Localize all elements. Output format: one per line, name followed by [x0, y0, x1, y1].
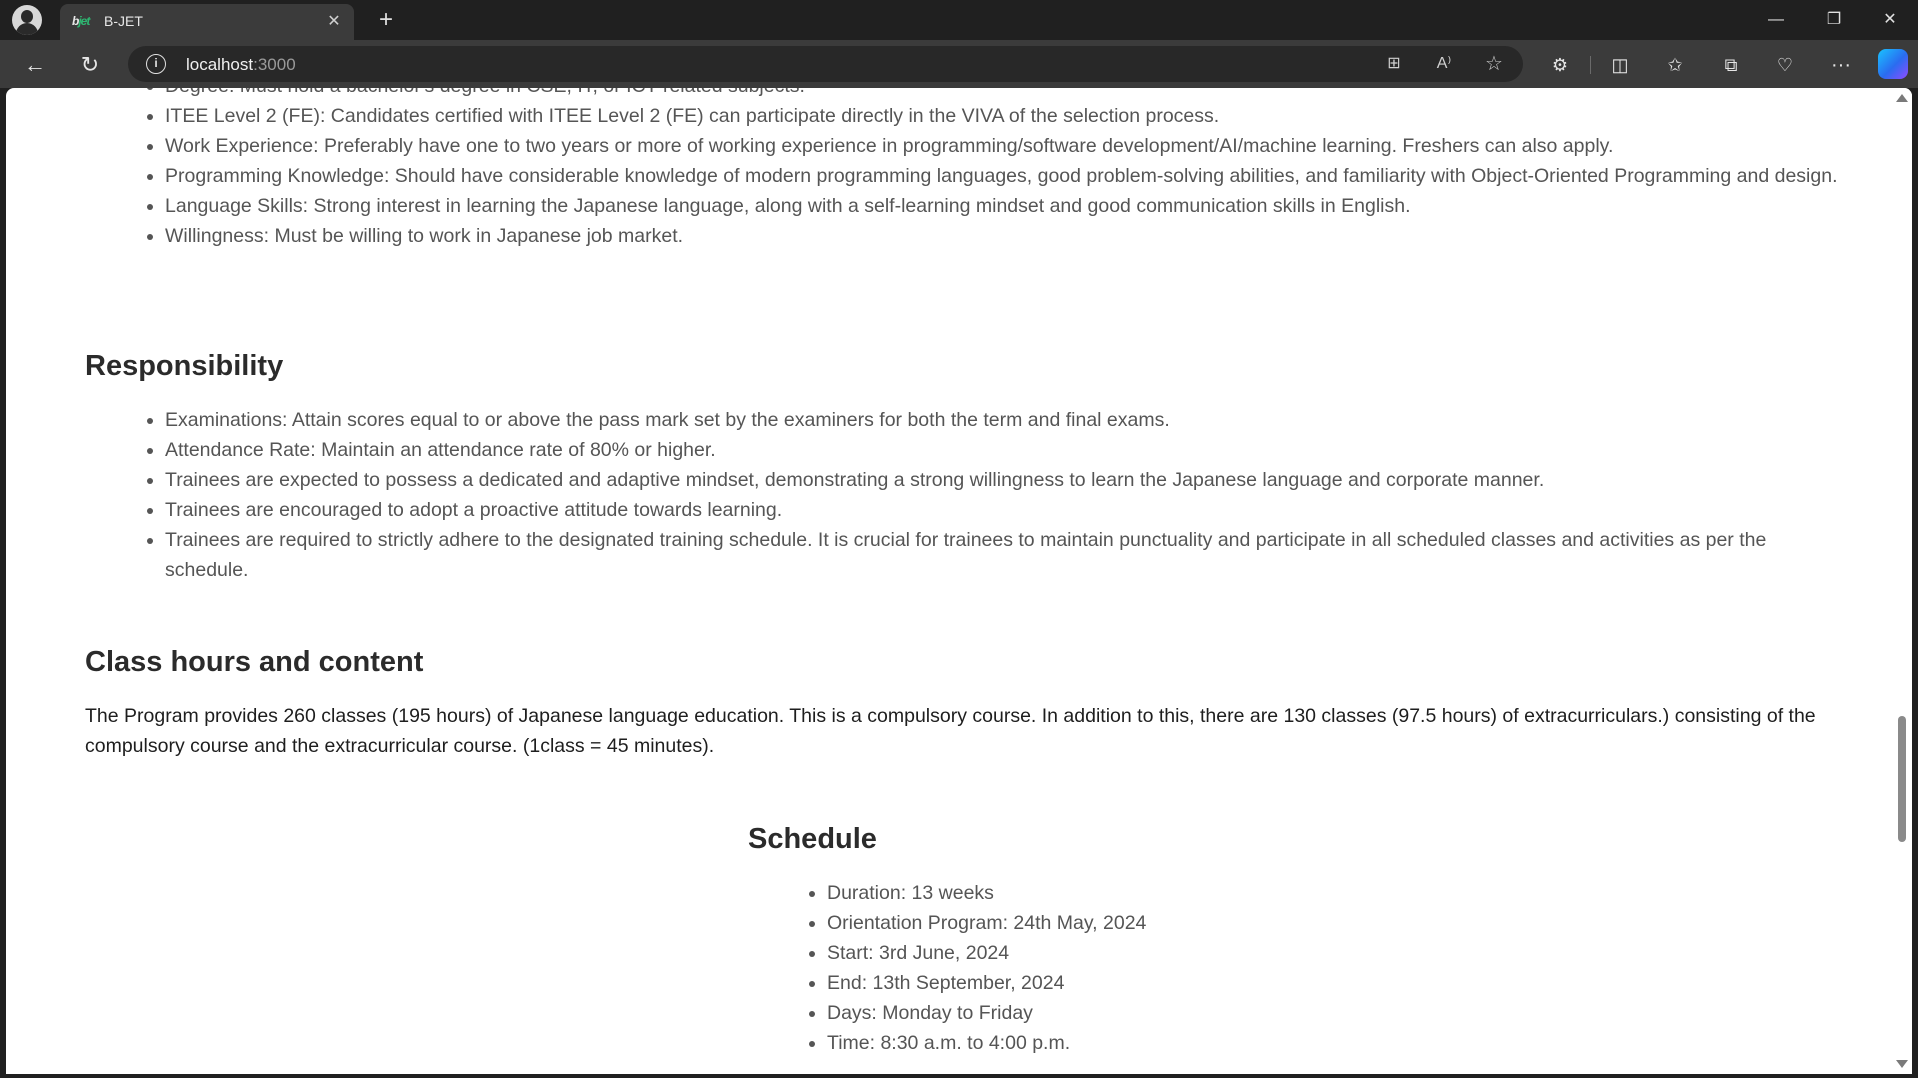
schedule-list: Duration: 13 weeks Orientation Program: … — [827, 878, 1327, 1058]
minimize-button[interactable]: — — [1748, 0, 1804, 40]
responsibility-list: Examinations: Attain scores equal to or … — [165, 405, 1845, 585]
scrollbar-thumb[interactable] — [1898, 716, 1906, 842]
list-item: Orientation Program: 24th May, 2024 — [827, 908, 1327, 938]
list-item: Trainees are required to strictly adhere… — [165, 525, 1845, 585]
scroll-down-arrow-icon[interactable] — [1896, 1060, 1908, 1068]
avatar-head — [21, 10, 33, 23]
list-item: Trainees are expected to possess a dedic… — [165, 465, 1845, 495]
vertical-scrollbar[interactable] — [1892, 88, 1912, 1074]
more-ellipsis-icon[interactable]: ··· — [1826, 50, 1856, 80]
list-item: Time: 8:30 a.m. to 4:00 p.m. — [827, 1028, 1327, 1058]
split-screen-icon[interactable]: ◫ — [1605, 50, 1635, 80]
back-arrow-icon[interactable]: ← — [20, 50, 50, 80]
app-available-icon[interactable]: ⊞ — [1380, 50, 1408, 78]
page-viewport: Degree: Must hold a bachelor's degree in… — [6, 88, 1912, 1074]
info-icon[interactable]: i — [146, 54, 166, 74]
favorites-icon[interactable]: ✩ — [1660, 50, 1690, 80]
favorite-star-icon[interactable]: ☆ — [1480, 50, 1508, 78]
list-item: Examinations: Attain scores equal to or … — [165, 405, 1845, 435]
list-item: Duration: 13 weeks — [827, 878, 1327, 908]
list-item: Work Experience: Preferably have one to … — [165, 131, 1845, 161]
scroll-up-arrow-icon[interactable] — [1896, 94, 1908, 102]
tab-title: B-JET — [104, 13, 143, 29]
browser-essentials-icon[interactable]: ♡ — [1770, 50, 1800, 80]
responsibility-heading: Responsibility — [85, 350, 284, 382]
list-item: ITEE Level 2 (FE): Candidates certified … — [165, 101, 1845, 131]
avatar-body — [16, 23, 38, 35]
eligibility-list: Degree: Must hold a bachelor's degree in… — [165, 88, 1845, 251]
browser-toolbar: ← ↻ i localhost:3000 ⊞ A⁾ ☆ ⚙ ◫ ✩ ⧉ ♡ ··… — [0, 40, 1918, 88]
list-item: Language Skills: Strong interest in lear… — [165, 191, 1845, 221]
url-host: localhost — [186, 55, 254, 74]
extensions-icon[interactable]: ⚙ — [1545, 50, 1575, 80]
list-item: Trainees are encouraged to adopt a proac… — [165, 495, 1845, 525]
list-item: Willingness: Must be willing to work in … — [165, 221, 1845, 251]
new-tab-button[interactable]: + — [372, 6, 400, 34]
copilot-icon[interactable] — [1878, 49, 1908, 79]
class-hours-heading: Class hours and content — [85, 646, 424, 678]
reload-icon[interactable]: ↻ — [75, 50, 105, 80]
list-item: Attendance Rate: Maintain an attendance … — [165, 435, 1845, 465]
profile-avatar[interactable] — [12, 5, 42, 35]
restore-button[interactable]: ❐ — [1806, 0, 1862, 40]
toolbar-divider — [1590, 56, 1591, 74]
close-tab-icon[interactable]: ✕ — [324, 12, 344, 32]
list-item: Days: Monday to Friday — [827, 998, 1327, 1028]
list-item: Start: 3rd June, 2024 — [827, 938, 1327, 968]
browser-tab[interactable]: bjet B-JET ✕ — [60, 4, 354, 40]
close-window-button[interactable]: ✕ — [1862, 0, 1918, 40]
title-bar: bjet B-JET ✕ + — ❐ ✕ — [0, 0, 1918, 40]
list-item: Degree: Must hold a bachelor's degree in… — [165, 88, 1845, 101]
address-bar[interactable]: i localhost:3000 ⊞ A⁾ ☆ — [128, 46, 1523, 82]
url-port: :3000 — [253, 55, 296, 74]
schedule-heading: Schedule — [748, 823, 877, 855]
list-item: Programming Knowledge: Should have consi… — [165, 161, 1845, 191]
collections-icon[interactable]: ⧉ — [1716, 50, 1746, 80]
bjet-favicon-icon: bjet — [72, 14, 90, 28]
read-aloud-icon[interactable]: A⁾ — [1430, 50, 1458, 78]
list-item: End: 13th September, 2024 — [827, 968, 1327, 998]
class-hours-paragraph: The Program provides 260 classes (195 ho… — [85, 705, 1816, 757]
url-text[interactable]: localhost:3000 — [186, 55, 296, 75]
